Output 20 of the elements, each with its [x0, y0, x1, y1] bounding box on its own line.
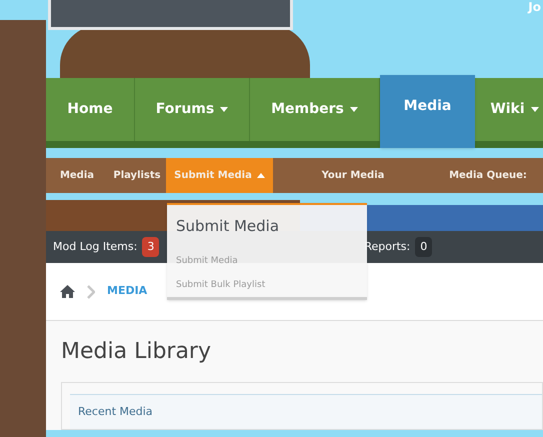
- nav-tab[interactable]: Media: [380, 75, 475, 148]
- dropdown-item[interactable]: Submit Media: [176, 254, 358, 269]
- home-icon[interactable]: [60, 285, 75, 298]
- count-badge[interactable]: 3: [142, 236, 160, 258]
- subnav-tab[interactable]: Playlists: [108, 158, 166, 193]
- nav-tab[interactable]: Forums: [135, 78, 250, 141]
- dropdown-title: Submit Media: [176, 216, 280, 237]
- subnav-tab[interactable]: Your Media: [273, 158, 433, 193]
- nav-tab[interactable]: Home: [46, 78, 135, 141]
- chevron-icon: [87, 284, 95, 298]
- nav-tab[interactable]: Wiki: [475, 78, 543, 141]
- dropdown-item[interactable]: Submit Bulk Playlist: [176, 278, 358, 293]
- breadcrumb-link[interactable]: MEDIA: [107, 283, 148, 300]
- subnav-tab[interactable]: Media Queue:: [433, 158, 543, 193]
- moderator-label[interactable]: Mod Log Items:: [53, 238, 138, 256]
- subnav-tab[interactable]: Media: [46, 158, 108, 193]
- section-tab[interactable]: Recent Media: [70, 394, 542, 429]
- subnav-tab[interactable]: Submit Media: [166, 158, 273, 193]
- page-title: Media Library: [61, 338, 212, 366]
- count-badge[interactable]: 0: [415, 236, 432, 258]
